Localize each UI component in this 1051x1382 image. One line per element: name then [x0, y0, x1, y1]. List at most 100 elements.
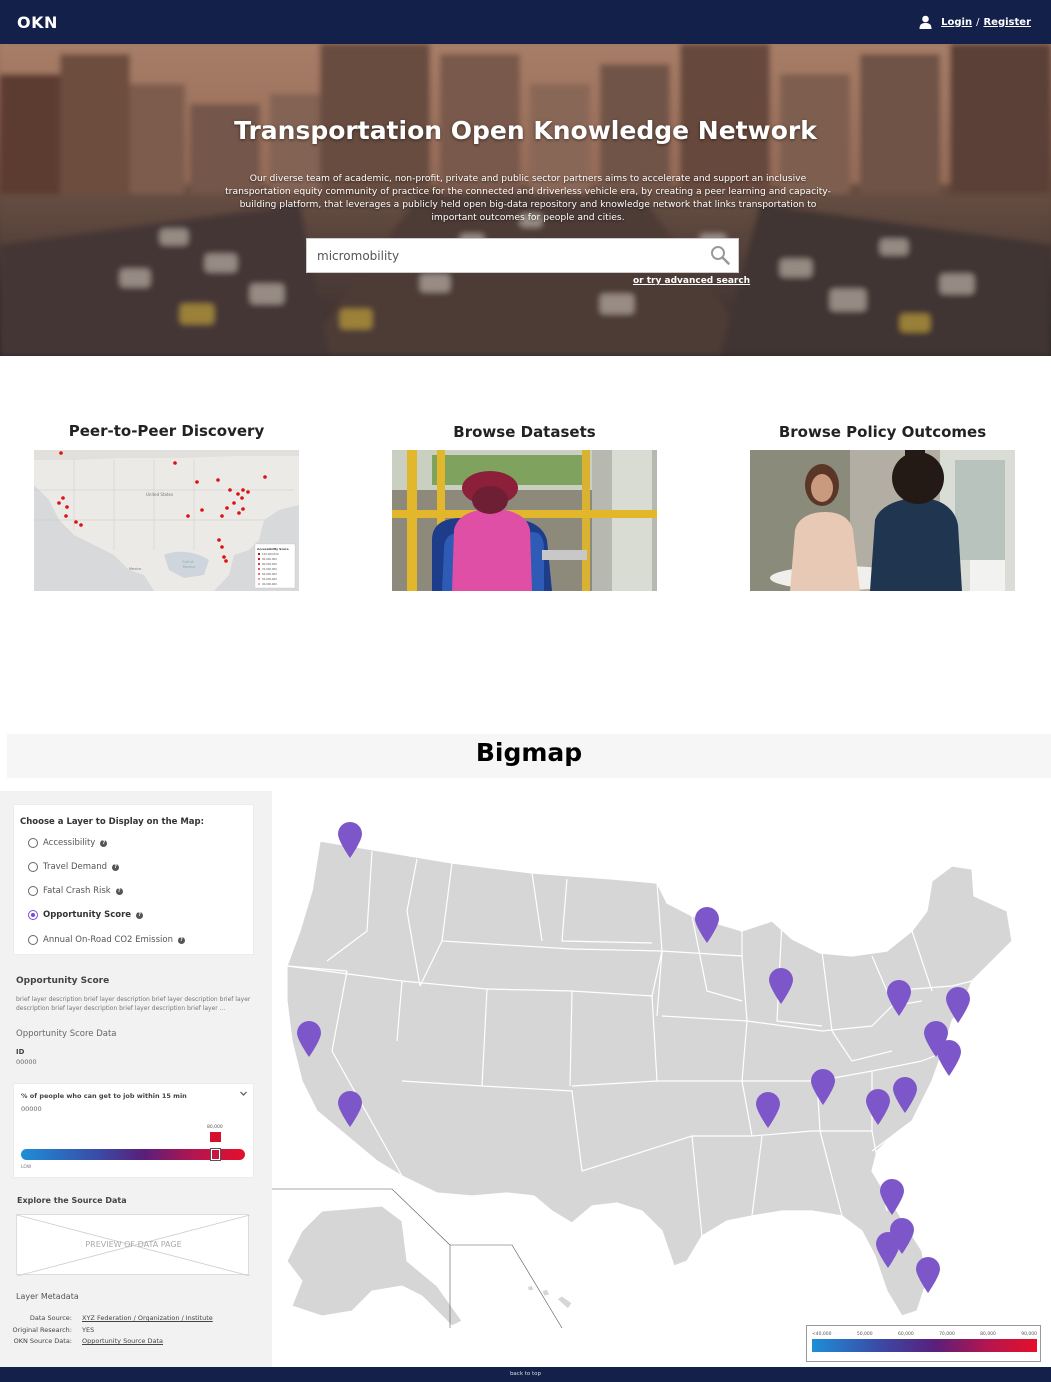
brand-logo[interactable]: OKN: [17, 13, 58, 32]
chevron-down-icon[interactable]: [239, 1089, 248, 1098]
slider-flag-marker: [210, 1132, 221, 1142]
back-to-top-link[interactable]: back to top: [0, 1371, 1051, 1377]
map-pin-icon[interactable]: [694, 906, 720, 944]
auth-separator: /: [976, 16, 980, 28]
top-navbar: OKN Login / Register: [0, 0, 1051, 44]
layer-option-co2-emission[interactable]: Annual On-Road CO2 Emission ?: [28, 935, 185, 945]
search-input[interactable]: [307, 239, 697, 272]
auth-links: Login / Register: [919, 15, 1031, 29]
legend-label: <40,000: [812, 1332, 832, 1337]
layer-option-accessibility[interactable]: Accessibility ?: [28, 838, 108, 848]
search-box: [306, 238, 739, 273]
radio-button-selected[interactable]: [28, 910, 38, 920]
layer-option-opportunity-score[interactable]: Opportunity Score ?: [28, 910, 144, 920]
map-pin-icon[interactable]: [886, 979, 912, 1017]
layer-selector-heading: Choose a Layer to Display on the Map:: [20, 817, 205, 827]
card-title-browse-datasets[interactable]: Browse Datasets: [392, 423, 657, 441]
radio-button[interactable]: [28, 935, 38, 945]
user-icon: [919, 15, 932, 29]
map-pin-icon[interactable]: [879, 1178, 905, 1216]
map-pin-icon[interactable]: [755, 1091, 781, 1129]
svg-text:40,000,000: 40,000,000: [262, 582, 277, 586]
metric-label: % of people who can get to job within 15…: [21, 1092, 187, 1100]
map-pin-icon[interactable]: [865, 1088, 891, 1126]
map-pin-icon[interactable]: [875, 1231, 901, 1269]
footer-bar: back to top: [0, 1367, 1051, 1382]
layer-detail-description: brief layer description brief layer desc…: [16, 996, 251, 1012]
layer-option-label: Travel Demand: [43, 862, 108, 872]
metadata-row-data-source: Data Source: XYZ Federation / Organizatio…: [10, 1314, 213, 1322]
help-icon[interactable]: ?: [112, 863, 120, 871]
legend-label: 90,000: [1021, 1332, 1037, 1337]
login-link[interactable]: Login: [941, 17, 972, 28]
data-page-preview[interactable]: PREVIEW OF DATA PAGE: [16, 1214, 250, 1276]
advanced-search-link[interactable]: or try advanced search: [633, 276, 750, 286]
svg-text:100,000,000: 100,000,000: [262, 552, 279, 556]
radio-button[interactable]: [28, 838, 38, 848]
hero-description: Our diverse team of academic, non-profit…: [225, 173, 831, 223]
register-link[interactable]: Register: [983, 17, 1031, 28]
layer-metadata-heading: Layer Metadata: [16, 1292, 79, 1301]
metadata-value: YES: [82, 1326, 95, 1334]
search-icon[interactable]: [710, 245, 730, 265]
svg-text:Mexico: Mexico: [183, 565, 195, 569]
svg-text:United States: United States: [146, 492, 173, 497]
svg-text:Mexico: Mexico: [129, 567, 141, 571]
map-pin-icon[interactable]: [915, 1256, 941, 1294]
svg-text:90,000,000: 90,000,000: [262, 557, 277, 561]
map-pin-icon[interactable]: [768, 967, 794, 1005]
slider-thumb[interactable]: [210, 1148, 221, 1161]
hero-title: Transportation Open Knowledge Network: [234, 116, 817, 145]
layer-selector-panel: Choose a Layer to Display on the Map: Ac…: [13, 804, 254, 955]
legend-label: 60,000: [897, 1332, 914, 1337]
metadata-row-okn-source: OKN Source Data: Opportunity Source Data: [10, 1337, 163, 1345]
layer-option-label: Annual On-Road CO2 Emission: [43, 935, 173, 945]
layer-option-label: Accessibility: [43, 838, 96, 848]
map-sidebar: Choose a Layer to Display on the Map: Ac…: [0, 791, 272, 1367]
bigmap-title: Bigmap: [475, 738, 583, 767]
map-pin-icon[interactable]: [296, 1020, 322, 1058]
legend-labels: <40,000 50,000 60,000 70,000 80,000 90,0…: [812, 1332, 1037, 1337]
map-pin-icon[interactable]: [337, 1090, 363, 1128]
metadata-key: OKN Source Data:: [13, 1337, 72, 1345]
help-icon[interactable]: ?: [100, 839, 108, 847]
explore-source-title: Explore the Source Data: [17, 1196, 127, 1205]
metadata-key: Original Research:: [12, 1326, 72, 1334]
metadata-key: Data Source:: [29, 1314, 72, 1322]
svg-text:Accessibility Score: Accessibility Score: [257, 547, 289, 551]
browse-datasets-image[interactable]: [392, 450, 657, 591]
map-pin-icon[interactable]: [892, 1076, 918, 1114]
id-value: 00000: [16, 1058, 37, 1066]
us-map-area[interactable]: <40,000 50,000 60,000 70,000 80,000 90,0…: [272, 791, 1051, 1367]
layer-option-travel-demand[interactable]: Travel Demand ?: [28, 862, 120, 872]
layer-detail-title: Opportunity Score: [16, 976, 110, 986]
card-title-peer-discovery[interactable]: Peer-to-Peer Discovery: [34, 422, 299, 440]
layer-option-fatal-crash-risk[interactable]: Fatal Crash Risk ?: [28, 886, 123, 896]
help-icon[interactable]: ?: [177, 936, 185, 944]
metadata-row-original-research: Original Research: YES: [10, 1326, 94, 1334]
radio-button[interactable]: [28, 886, 38, 896]
card-title-policy-outcomes[interactable]: Browse Policy Outcomes: [750, 423, 1015, 441]
svg-text:60,000,000: 60,000,000: [262, 572, 277, 576]
help-icon[interactable]: ?: [115, 887, 123, 895]
layer-option-label: Opportunity Score: [43, 910, 132, 920]
id-label: ID: [16, 1048, 25, 1056]
svg-text:Gulf of: Gulf of: [182, 560, 194, 564]
svg-text:80,000,000: 80,000,000: [262, 562, 277, 566]
legend-label: 70,000: [939, 1332, 955, 1337]
browse-policy-outcomes-image[interactable]: [750, 450, 1015, 591]
help-icon[interactable]: ?: [136, 911, 144, 919]
radio-button[interactable]: [28, 862, 38, 872]
okn-source-link[interactable]: Opportunity Source Data: [82, 1337, 163, 1345]
metric-value: 00000: [21, 1105, 42, 1113]
peer-discovery-map-image[interactable]: United States Gulf of Mexico Mexico Acce…: [34, 450, 299, 591]
bigmap-header: Bigmap: [7, 734, 1051, 778]
data-source-link[interactable]: XYZ Federation / Organization / Institut…: [82, 1314, 213, 1322]
map-pin-icon[interactable]: [337, 821, 363, 859]
map-pin-icon[interactable]: [945, 986, 971, 1024]
map-pin-icon[interactable]: [936, 1039, 962, 1077]
legend-label: 80,000: [980, 1332, 996, 1337]
slider-flag-value: 80,000: [207, 1125, 223, 1130]
layer-data-label: Opportunity Score Data: [16, 1029, 117, 1039]
map-pin-icon[interactable]: [810, 1068, 836, 1106]
